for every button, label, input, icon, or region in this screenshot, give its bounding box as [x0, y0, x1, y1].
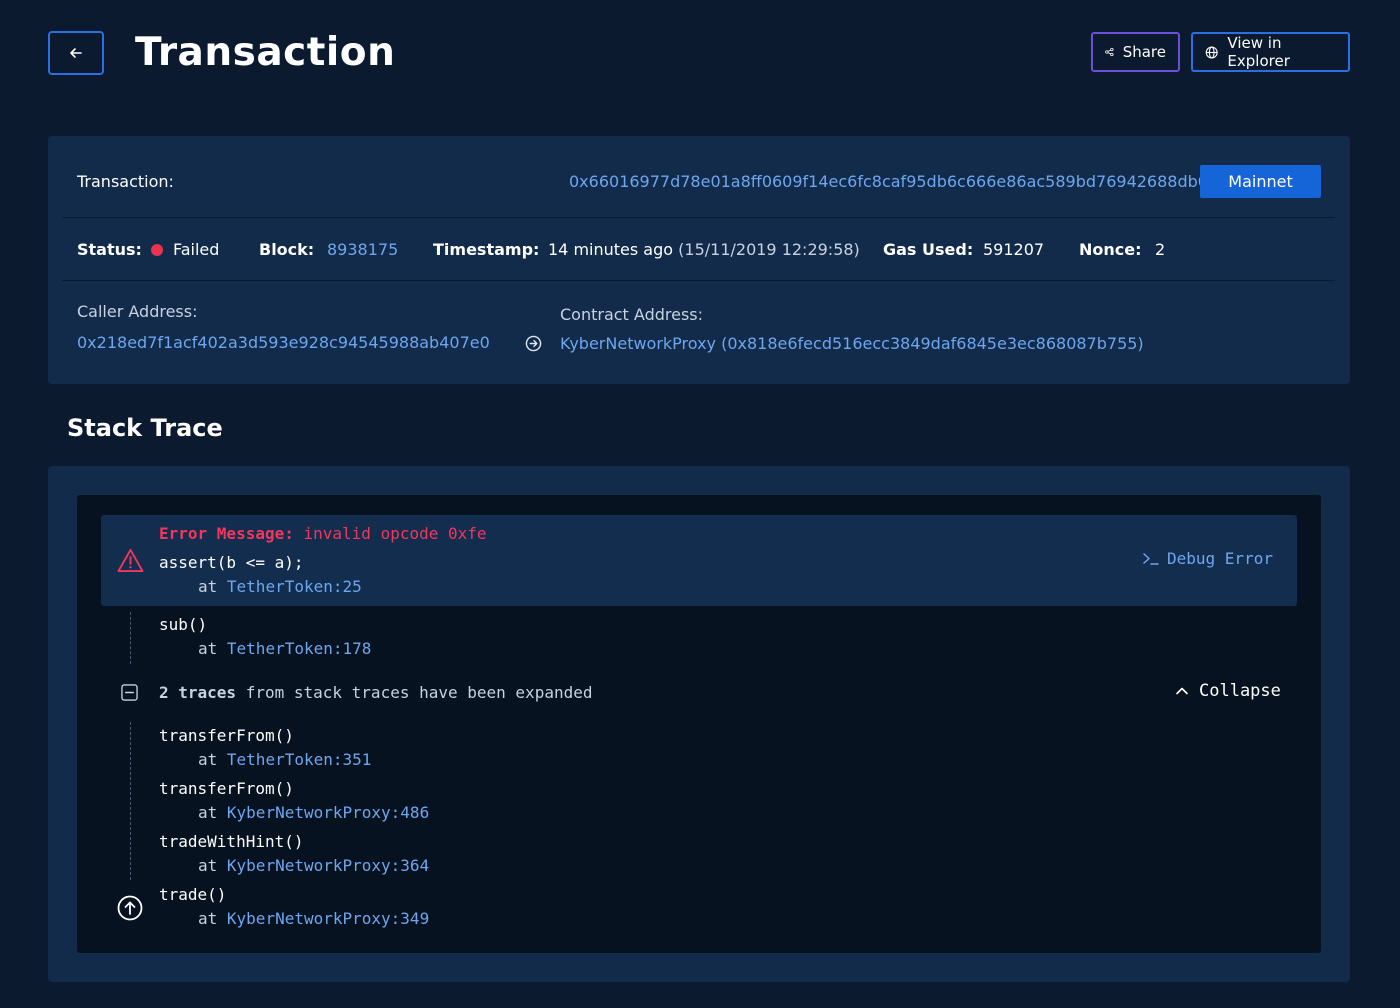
error-text: invalid opcode 0xfe [303, 524, 487, 543]
globe-icon [1205, 46, 1218, 58]
frame-function: trade() [159, 885, 227, 904]
frame-function: transferFrom() [159, 726, 294, 745]
divider [62, 280, 1335, 281]
warning-icon [117, 548, 144, 577]
collapse-button[interactable]: Collapse [1175, 681, 1281, 701]
status-value: Failed [151, 240, 219, 259]
frame-location: at KyberNetworkProxy:486 [198, 803, 429, 822]
contract-address-link[interactable]: KyberNetworkProxy (0x818e6fecd516ecc3849… [560, 334, 1144, 353]
frame-link[interactable]: KyberNetworkProxy:486 [227, 803, 429, 822]
collapse-square-icon[interactable] [121, 684, 138, 705]
at-label: at [198, 909, 218, 928]
share-button[interactable]: Share [1091, 32, 1180, 72]
collapse-label: Collapse [1199, 681, 1281, 701]
expanded-count: 2 traces [159, 683, 237, 702]
arrow-circle-up-icon [117, 895, 143, 925]
status-label: Status: [77, 240, 142, 259]
transaction-hash-link[interactable]: 0x66016977d78e01a8ff0609f14ec6fc8caf95db… [569, 172, 1208, 191]
at-label: at [198, 803, 218, 822]
status-text: Failed [173, 240, 220, 259]
timestamp-absolute: (15/11/2019 12:29:58) [678, 240, 860, 259]
nonce-label: Nonce: [1079, 240, 1142, 259]
frame-link[interactable]: TetherToken:178 [227, 639, 372, 658]
at-label: at [198, 750, 218, 769]
expanded-description: from stack traces have been expanded [245, 683, 593, 702]
stack-trace-title: Stack Trace [67, 414, 223, 442]
trace-line [130, 612, 131, 664]
trace-line [130, 722, 131, 880]
frame-link[interactable]: KyberNetworkProxy:364 [227, 856, 429, 875]
caller-address-link[interactable]: 0x218ed7f1acf402a3d593e928c94545988ab407… [77, 333, 490, 352]
frame-function: sub() [159, 615, 208, 634]
back-button[interactable] [48, 31, 104, 75]
error-prefix: Error Message: [159, 524, 294, 543]
frame-location: at KyberNetworkProxy:349 [198, 909, 429, 928]
contract-label: Contract Address: [560, 305, 704, 324]
explorer-label: View in Explorer [1227, 34, 1290, 70]
gas-value: 591207 [983, 240, 1045, 259]
share-label: Share [1122, 43, 1166, 61]
divider [62, 217, 1335, 218]
status-dot [151, 243, 163, 256]
debug-error-button[interactable]: Debug Error [1143, 549, 1273, 568]
at-label: at [198, 577, 218, 596]
frame-location: at TetherToken:178 [198, 639, 371, 658]
network-badge[interactable]: Mainnet [1200, 165, 1321, 198]
debug-error-label: Debug Error [1167, 549, 1273, 568]
share-icon [1105, 47, 1114, 57]
expanded-traces-text: 2 traces from stack traces have been exp… [159, 683, 592, 702]
frame-function: transferFrom() [159, 779, 294, 798]
page-title: Transaction [135, 30, 396, 75]
frame-location: at TetherToken:25 [198, 577, 362, 596]
timestamp-value: 14 minutes ago (15/11/2019 12:29:58) [548, 240, 860, 259]
error-message: Error Message: invalid opcode 0xfe [159, 524, 487, 543]
arrow-left-icon [70, 48, 82, 58]
frame-function: assert(b <= a); [159, 553, 304, 572]
terminal-icon [1143, 552, 1159, 565]
arrow-circle-right-icon [525, 335, 542, 356]
transaction-label: Transaction: [77, 172, 174, 191]
frame-link[interactable]: KyberNetworkProxy:349 [227, 909, 429, 928]
caller-label: Caller Address: [77, 302, 198, 321]
frame-location: at TetherToken:351 [198, 750, 371, 769]
at-label: at [198, 856, 218, 875]
block-link[interactable]: 8938175 [327, 240, 398, 259]
gas-label: Gas Used: [883, 240, 974, 259]
frame-function: tradeWithHint() [159, 832, 304, 851]
timestamp-label: Timestamp: [433, 240, 540, 259]
block-label: Block: [259, 240, 315, 259]
frame-link[interactable]: TetherToken:25 [227, 577, 362, 596]
chevron-up-icon [1176, 687, 1188, 695]
nonce-value: 2 [1155, 240, 1166, 259]
timestamp-relative: 14 minutes ago [548, 240, 674, 259]
frame-location: at KyberNetworkProxy:364 [198, 856, 429, 875]
frame-link[interactable]: TetherToken:351 [227, 750, 372, 769]
at-label: at [198, 639, 218, 658]
view-in-explorer-button[interactable]: View in Explorer [1191, 32, 1350, 72]
